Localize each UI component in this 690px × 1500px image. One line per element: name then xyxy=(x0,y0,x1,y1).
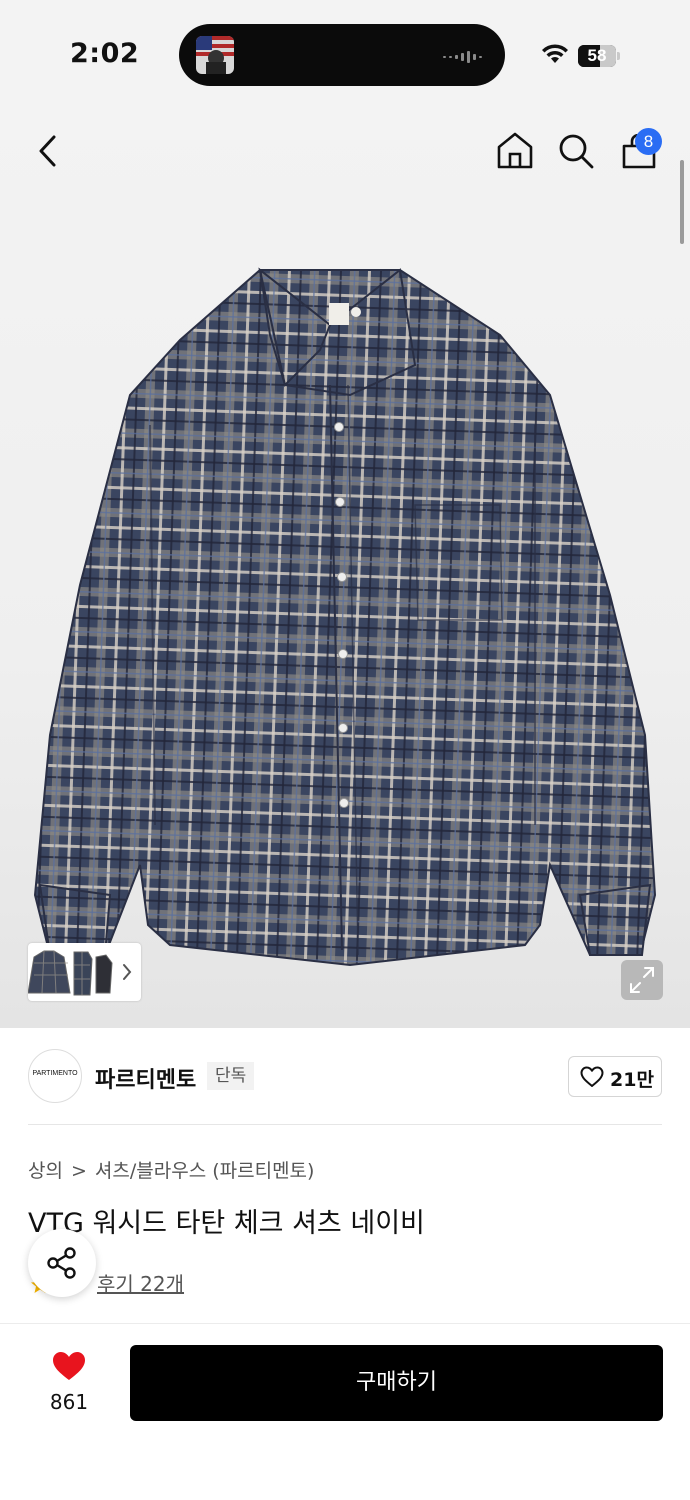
thumbnail-1[interactable] xyxy=(27,950,71,994)
share-button[interactable] xyxy=(28,1229,96,1297)
cart-count-badge: 8 xyxy=(635,128,662,155)
thumbnail-3[interactable] xyxy=(95,954,113,994)
search-icon[interactable] xyxy=(557,132,595,170)
breadcrumb-item-category[interactable]: 상의 xyxy=(28,1156,63,1183)
brand-like-count: 21만 xyxy=(610,1069,654,1091)
review-count-link[interactable]: 후기 22개 xyxy=(97,1268,184,1297)
product-title: VTG 워시드 타탄 체크 셔츠 네이비 xyxy=(28,1208,425,1239)
audio-wave-icon xyxy=(443,51,482,63)
brand-logo-text: PARTIMENTO xyxy=(32,1070,78,1077)
battery-indicator: 58 xyxy=(578,45,620,67)
breadcrumb-item-subcategory[interactable]: 셔츠/블라우스 (파르티멘토) xyxy=(95,1156,315,1183)
share-icon xyxy=(47,1247,76,1279)
status-bar: 2:02 58 xyxy=(0,0,690,110)
breadcrumb: 상의 > 셔츠/블라우스 (파르티멘토) xyxy=(28,1156,314,1183)
gallery-thumbnail-strip[interactable] xyxy=(27,943,141,1001)
expand-icon xyxy=(630,967,654,993)
divider xyxy=(28,1124,662,1125)
wishlist-count: 861 xyxy=(49,1390,89,1414)
dynamic-island xyxy=(179,24,505,86)
now-playing-artwork xyxy=(196,36,234,74)
home-icon[interactable] xyxy=(495,130,535,170)
back-arrow-icon[interactable] xyxy=(36,134,60,168)
breadcrumb-separator: > xyxy=(70,1160,87,1182)
wifi-icon xyxy=(542,44,568,63)
status-time: 2:02 xyxy=(70,38,140,69)
heart-outline-icon xyxy=(580,1066,604,1087)
product-image xyxy=(33,267,657,967)
brand-name[interactable]: 파르티멘토 xyxy=(95,1062,196,1094)
exclusive-badge: 단독 xyxy=(207,1062,255,1090)
divider xyxy=(0,1323,690,1324)
buy-button[interactable]: 구매하기 xyxy=(130,1345,663,1421)
brand-logo[interactable]: PARTIMENTO xyxy=(28,1049,82,1103)
wishlist-button[interactable]: 861 xyxy=(40,1348,98,1418)
thumbnail-2[interactable] xyxy=(73,951,93,996)
heart-filled-icon xyxy=(53,1352,85,1380)
scroll-indicator xyxy=(680,160,684,244)
brand-like-button[interactable]: 21만 xyxy=(568,1056,662,1097)
battery-level: 58 xyxy=(587,46,607,65)
chevron-right-icon xyxy=(123,964,132,980)
expand-image-button[interactable] xyxy=(621,960,663,1000)
